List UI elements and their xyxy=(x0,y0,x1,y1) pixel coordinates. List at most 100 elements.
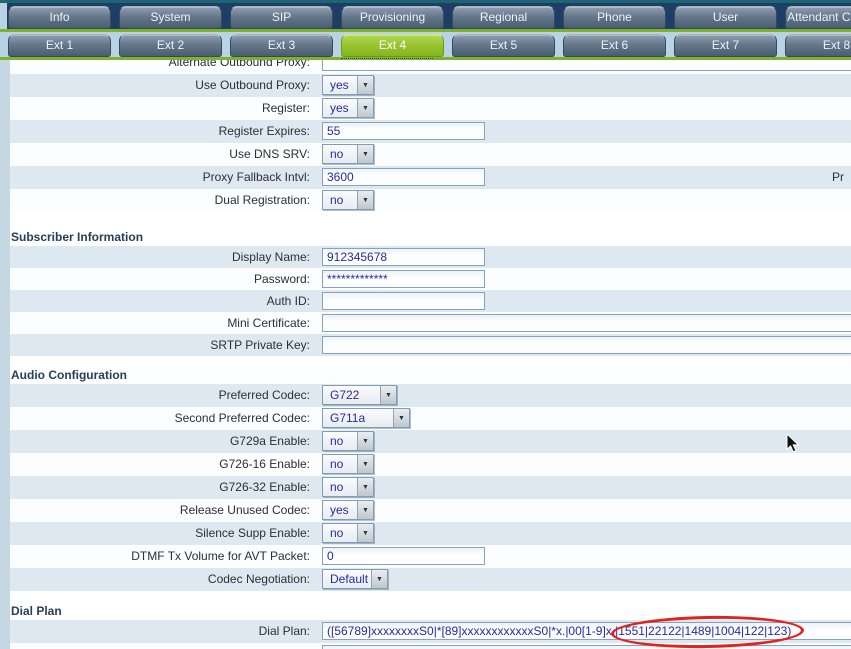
dropdown-arrow-icon[interactable]: ▼ xyxy=(357,99,373,117)
dropdown-arrow-icon[interactable]: ▼ xyxy=(357,455,373,473)
text-input[interactable] xyxy=(322,168,485,186)
form-row: DTMF Tx Volume for AVT Packet: xyxy=(10,545,851,568)
tab-ext-1[interactable]: Ext 1 xyxy=(8,34,111,57)
text-input[interactable] xyxy=(322,292,485,310)
field-label: Preferred Codec: xyxy=(10,384,310,407)
left-margin-strip xyxy=(0,60,10,649)
text-input[interactable] xyxy=(322,336,851,354)
phone-admin-page: Info System SIP Provisioning Regional Phone Us… xyxy=(0,0,851,649)
form-row: Display Name: xyxy=(10,246,851,268)
dropdown-value: Default xyxy=(323,570,371,588)
text-input[interactable] xyxy=(322,622,851,640)
tab-ext-6[interactable]: Ext 6 xyxy=(563,34,666,57)
tab-phone[interactable]: Phone xyxy=(563,6,666,29)
field-label: DTMF Tx Volume for AVT Packet: xyxy=(10,545,310,568)
form-row: G729a Enable: no▼ xyxy=(10,430,851,453)
form-section: Audio ConfigurationPreferred Codec:G722▼… xyxy=(10,366,851,384)
field-label: G726-32 Enable: xyxy=(10,476,310,499)
dropdown-arrow-icon[interactable]: ▼ xyxy=(357,501,373,519)
tab-ext-4[interactable]: Ext 4 xyxy=(341,34,444,57)
tab-ext-5[interactable]: Ext 5 xyxy=(452,34,555,57)
dropdown-arrow-icon[interactable]: ▼ xyxy=(393,409,409,427)
form-row: Silence Supp Enable: no▼ xyxy=(10,522,851,545)
dropdown[interactable]: no▼ xyxy=(322,454,374,474)
field-label: Alternate Outbound Proxy: xyxy=(10,60,310,74)
dropdown[interactable]: no▼ xyxy=(322,190,374,210)
dropdown-arrow-icon[interactable]: ▼ xyxy=(357,432,373,450)
dropdown-value: G722 xyxy=(323,386,380,404)
field-label: G726-16 Enable: xyxy=(10,453,310,476)
tab-ext-7[interactable]: Ext 7 xyxy=(674,34,777,57)
extension-tab-bar: Ext 1 Ext 2 Ext 3 Ext 4 Ext 5 Ext 6 Ext 7 Ext 8 xyxy=(0,32,851,57)
tab-attendant-console[interactable]: Attendant Console xyxy=(785,6,851,29)
form-row: Register:yes▼ xyxy=(10,97,851,120)
text-input[interactable] xyxy=(322,122,485,140)
field-label: G729a Enable: xyxy=(10,430,310,453)
dropdown[interactable]: no▼ xyxy=(322,144,374,164)
dropdown[interactable]: yes▼ xyxy=(322,98,374,118)
tab-provisioning[interactable]: Provisioning xyxy=(341,6,444,29)
dropdown[interactable]: G722▼ xyxy=(322,385,397,405)
text-input[interactable] xyxy=(322,314,851,332)
dropdown-value: yes xyxy=(323,99,357,117)
section-header: Dial Plan xyxy=(10,602,851,620)
form-row: Proxy Fallback Intvl:Pr xyxy=(10,166,851,189)
text-input[interactable] xyxy=(322,270,485,288)
dropdown[interactable]: yes▼ xyxy=(322,75,374,95)
dropdown-value: no xyxy=(323,145,357,163)
form-row: Release Unused Codec: yes▼ xyxy=(10,499,851,522)
field-label: Release Unused Codec: xyxy=(10,499,310,522)
dropdown-arrow-icon[interactable]: ▼ xyxy=(357,478,373,496)
dropdown[interactable]: G711a▼ xyxy=(322,408,410,428)
dropdown-arrow-icon[interactable]: ▼ xyxy=(357,524,373,542)
dropdown-arrow-icon[interactable]: ▼ xyxy=(357,191,373,209)
active-tab-focus-outline xyxy=(341,58,433,59)
dropdown-value: no xyxy=(323,432,357,450)
field-label: Use DNS SRV: xyxy=(10,143,310,166)
form-section: Dial PlanDial Plan:Caller ID Map: xyxy=(10,602,851,620)
section-header: Subscriber Information xyxy=(10,228,851,246)
dropdown[interactable]: no▼ xyxy=(322,431,374,451)
form-row: SRTP Private Key: xyxy=(10,334,851,356)
dropdown-value: no xyxy=(323,191,357,209)
form-row: Password: xyxy=(10,268,851,290)
field-label: Auth ID: xyxy=(10,290,310,312)
text-input[interactable] xyxy=(322,248,485,266)
field-label: Use Outbound Proxy: xyxy=(10,74,310,97)
tab-ext-3[interactable]: Ext 3 xyxy=(230,34,333,57)
tab-system[interactable]: System xyxy=(119,6,222,29)
tab-info[interactable]: Info xyxy=(8,6,111,29)
text-input[interactable] xyxy=(322,60,851,71)
dropdown[interactable]: no▼ xyxy=(322,523,374,543)
tab-sip[interactable]: SIP xyxy=(230,6,333,29)
dropdown-arrow-icon[interactable]: ▼ xyxy=(371,570,387,588)
form-row: Codec Negotiation:Default▼ xyxy=(10,568,851,591)
field-label: Dial Plan: xyxy=(10,620,310,643)
dropdown-value: G711a xyxy=(323,409,393,427)
text-input[interactable] xyxy=(322,547,485,565)
dropdown[interactable]: yes▼ xyxy=(322,500,374,520)
field-label: Silence Supp Enable: xyxy=(10,522,310,545)
dropdown-arrow-icon[interactable]: ▼ xyxy=(357,76,373,94)
tab-ext-8[interactable]: Ext 8 xyxy=(785,34,851,57)
field-label: SRTP Private Key: xyxy=(10,334,310,356)
dropdown-arrow-icon[interactable]: ▼ xyxy=(380,386,396,404)
tab-ext-2[interactable]: Ext 2 xyxy=(119,34,222,57)
dropdown-arrow-icon[interactable]: ▼ xyxy=(357,145,373,163)
form-row: Register Expires: xyxy=(10,120,851,143)
form-row: G726-32 Enable: no▼ xyxy=(10,476,851,499)
tab-user[interactable]: User xyxy=(674,6,777,29)
dropdown-value: yes xyxy=(323,76,357,94)
dropdown-value: no xyxy=(323,524,357,542)
field-label: Password: xyxy=(10,268,310,290)
form-row: G726-16 Enable: no▼ xyxy=(10,453,851,476)
form-row: Mini Certificate: xyxy=(10,312,851,334)
field-label: Mini Certificate: xyxy=(10,312,310,334)
form-row: Use DNS SRV: no▼ xyxy=(10,143,851,166)
field-label: Dual Registration: xyxy=(10,189,310,212)
tab-regional[interactable]: Regional xyxy=(452,6,555,29)
dropdown[interactable]: no▼ xyxy=(322,477,374,497)
dropdown[interactable]: Default▼ xyxy=(322,569,388,589)
form-row: Auth ID: xyxy=(10,290,851,312)
text-input[interactable] xyxy=(322,645,851,649)
